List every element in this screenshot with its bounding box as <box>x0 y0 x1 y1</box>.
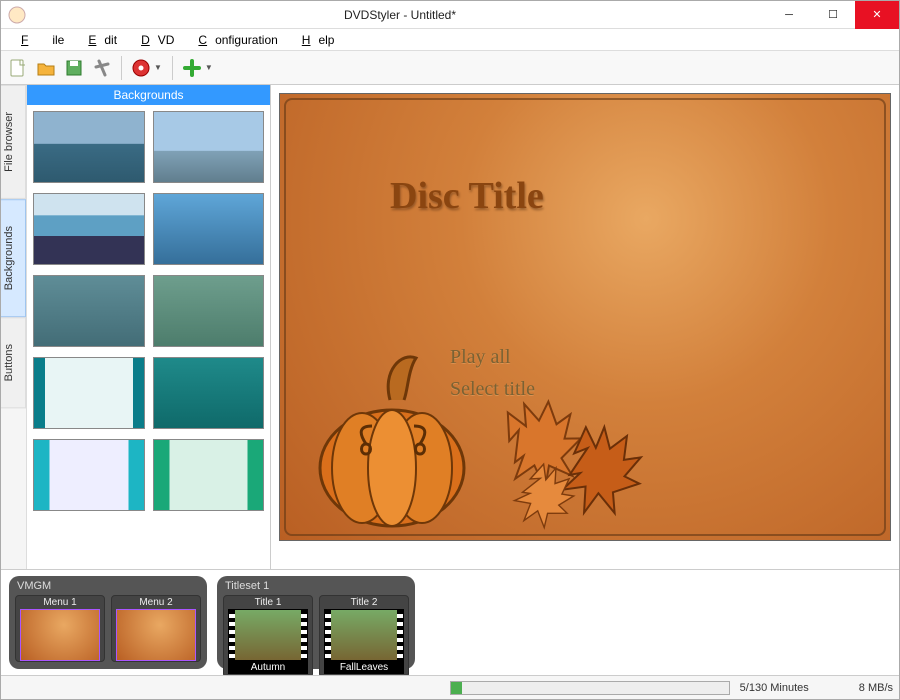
disc-usage-progress <box>450 681 730 695</box>
minimize-button[interactable]: ─ <box>767 1 811 29</box>
preview-pane: Disc Title Play all Select title <box>271 85 899 569</box>
timeline-title-item[interactable]: Title 2 FallLeaves <box>319 595 409 678</box>
timeline-item-thumb <box>228 609 308 661</box>
timeline-group-header: VMGM <box>15 580 201 595</box>
toolbar-separator <box>172 56 173 80</box>
side-tab-buttons[interactable]: Buttons <box>1 317 26 408</box>
side-tab-file-browser[interactable]: File browser <box>1 85 26 199</box>
pumpkin-graphic <box>312 340 472 530</box>
toolbar: ▼ ▼ <box>1 51 899 85</box>
menu-edit[interactable]: Edit <box>72 31 125 49</box>
minutes-label: 5/130 Minutes <box>740 682 809 694</box>
settings-button[interactable] <box>89 55 115 81</box>
save-button[interactable] <box>61 55 87 81</box>
toolbar-separator <box>121 56 122 80</box>
timeline-item-head: Title 1 <box>224 596 312 609</box>
timeline-item-thumb <box>116 609 196 661</box>
menu-file[interactable]: File <box>5 31 72 49</box>
timeline-group-header: Titleset 1 <box>223 580 409 595</box>
disc-usage-fill <box>451 682 462 694</box>
save-icon <box>64 58 84 78</box>
menubar: File Edit DVD Configuration Help <box>1 29 899 51</box>
timeline-item-foot: Autumn <box>228 661 308 674</box>
library-panel: Backgrounds <box>27 85 271 569</box>
background-thumb[interactable] <box>33 357 145 429</box>
timeline-menu-item[interactable]: Menu 1 <box>15 595 105 662</box>
menu-dvd[interactable]: DVD <box>125 31 182 49</box>
menu-help[interactable]: Help <box>286 31 343 49</box>
maximize-button[interactable]: ☐ <box>811 1 855 29</box>
disc-title-text[interactable]: Disc Title <box>390 174 544 218</box>
background-thumb-grid[interactable] <box>27 105 270 569</box>
timeline-item-thumb <box>324 609 404 661</box>
side-tabs: File browser Backgrounds Buttons <box>1 85 27 569</box>
timeline-item-thumb <box>20 609 100 661</box>
titlebar: DVDStyler - Untitled* ─ ☐ ✕ <box>1 1 899 29</box>
side-tab-label: Buttons <box>3 344 15 381</box>
open-icon <box>36 58 56 78</box>
new-project-icon <box>8 58 28 78</box>
app-icon <box>7 5 27 25</box>
background-thumb[interactable] <box>33 111 145 183</box>
settings-icon <box>92 58 112 78</box>
timeline-group: VMGMMenu 1 Menu 2 <box>9 576 207 669</box>
background-thumb[interactable] <box>33 275 145 347</box>
burn-button[interactable] <box>128 55 154 81</box>
timeline-group: Titleset 1Title 1AutumnTitle 2FallLeaves <box>217 576 415 669</box>
main-area: File browser Backgrounds Buttons Backgro… <box>1 85 899 569</box>
window-title: DVDStyler - Untitled* <box>33 8 767 22</box>
side-tab-label: Backgrounds <box>3 226 15 290</box>
menu-config[interactable]: Configuration <box>182 31 285 49</box>
timeline-item-head: Menu 2 <box>112 596 200 609</box>
timeline[interactable]: VMGMMenu 1Menu 2Titleset 1Title 1AutumnT… <box>1 569 899 675</box>
burn-dropdown-icon[interactable]: ▼ <box>154 63 162 72</box>
add-button[interactable] <box>179 55 205 81</box>
side-tab-label: File browser <box>3 112 15 172</box>
side-tab-backgrounds[interactable]: Backgrounds <box>1 199 26 317</box>
statusbar: 5/130 Minutes 8 MB/s <box>1 675 899 699</box>
background-thumb[interactable] <box>153 357 265 429</box>
close-button[interactable]: ✕ <box>855 1 899 29</box>
background-thumb[interactable] <box>153 193 265 265</box>
menu-canvas[interactable]: Disc Title Play all Select title <box>279 93 891 541</box>
maple-leaves-graphic <box>462 384 692 534</box>
timeline-item-head: Menu 1 <box>16 596 104 609</box>
timeline-item-head: Title 2 <box>320 596 408 609</box>
timeline-menu-item[interactable]: Menu 2 <box>111 595 201 662</box>
add-dropdown-icon[interactable]: ▼ <box>205 63 213 72</box>
timeline-item-foot: FallLeaves <box>324 661 404 674</box>
background-thumb[interactable] <box>153 275 265 347</box>
background-thumb[interactable] <box>33 439 145 511</box>
new-project-button[interactable] <box>5 55 31 81</box>
background-thumb[interactable] <box>153 439 265 511</box>
timeline-title-item[interactable]: Title 1 Autumn <box>223 595 313 678</box>
add-icon <box>182 58 202 78</box>
burn-disc-icon <box>131 58 151 78</box>
open-button[interactable] <box>33 55 59 81</box>
background-thumb[interactable] <box>153 111 265 183</box>
bitrate-label: 8 MB/s <box>859 682 893 694</box>
background-thumb[interactable] <box>33 193 145 265</box>
library-header: Backgrounds <box>27 85 270 105</box>
